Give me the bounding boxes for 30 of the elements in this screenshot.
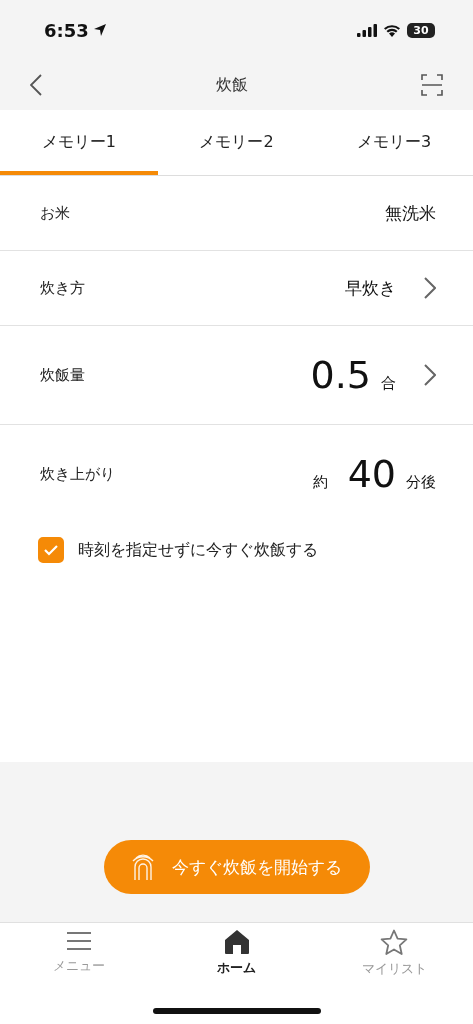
checkbox-label: 時刻を指定せずに今すぐ炊飯する [78,539,318,561]
setting-label: お米 [40,203,70,223]
memory-tab[interactable]: メモリー2 [157,110,316,175]
wifi-icon [383,23,401,37]
approx-label: 約 [312,473,328,492]
menu-icon [65,929,92,953]
location-arrow-icon [92,23,107,37]
checkbox[interactable] [38,537,64,563]
setting-value: 無洗米 [385,201,436,225]
chevron-icon [424,277,436,299]
unit-label: 分後 [406,473,436,492]
clock-time: 6:53 [44,19,89,41]
setting-label: 炊き方 [40,278,85,298]
memory-tab[interactable]: メモリー3 [315,110,473,175]
chevron-icon [424,364,436,386]
screen-title: 炊飯 [215,74,248,96]
setting-value: 40 [347,452,396,496]
star-icon [380,929,409,956]
setting-value: 早炊き [345,276,396,300]
setting-value: 0.5 [310,353,371,397]
battery-level: 30 [407,22,435,38]
signal-icon [357,23,377,37]
check-icon [43,544,59,556]
home-icon [223,929,250,955]
setting-label: 炊飯量 [40,365,85,385]
scan-icon[interactable] [421,74,443,96]
nav-tab[interactable]: ホーム [157,929,316,978]
back-icon[interactable] [30,74,42,96]
setting-label: 炊き上がり [40,464,115,484]
unit-label: 合 [381,374,396,393]
